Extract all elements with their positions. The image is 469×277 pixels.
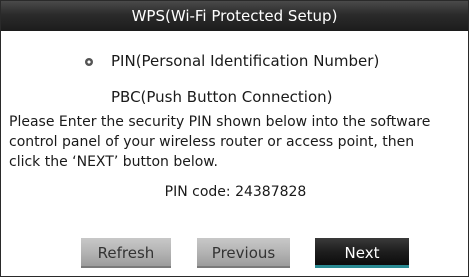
selected-radio-icon[interactable] <box>85 58 93 66</box>
option-pbc[interactable]: PBC(Push Button Connection) <box>111 87 333 107</box>
instructions-text: Please Enter the security PIN shown belo… <box>9 114 431 170</box>
previous-button[interactable]: Previous <box>197 238 290 268</box>
dialog-title: WPS(Wi-Fi Protected Setup) <box>1 1 468 31</box>
wps-dialog: WPS(Wi-Fi Protected Setup) PIN(Personal … <box>0 0 469 277</box>
option-pin[interactable]: PIN(Personal Identification Number) <box>111 51 379 71</box>
pin-code-text: PIN code: 24387828 <box>164 184 307 200</box>
refresh-button[interactable]: Refresh <box>81 238 171 268</box>
next-button[interactable]: Next <box>315 238 409 268</box>
